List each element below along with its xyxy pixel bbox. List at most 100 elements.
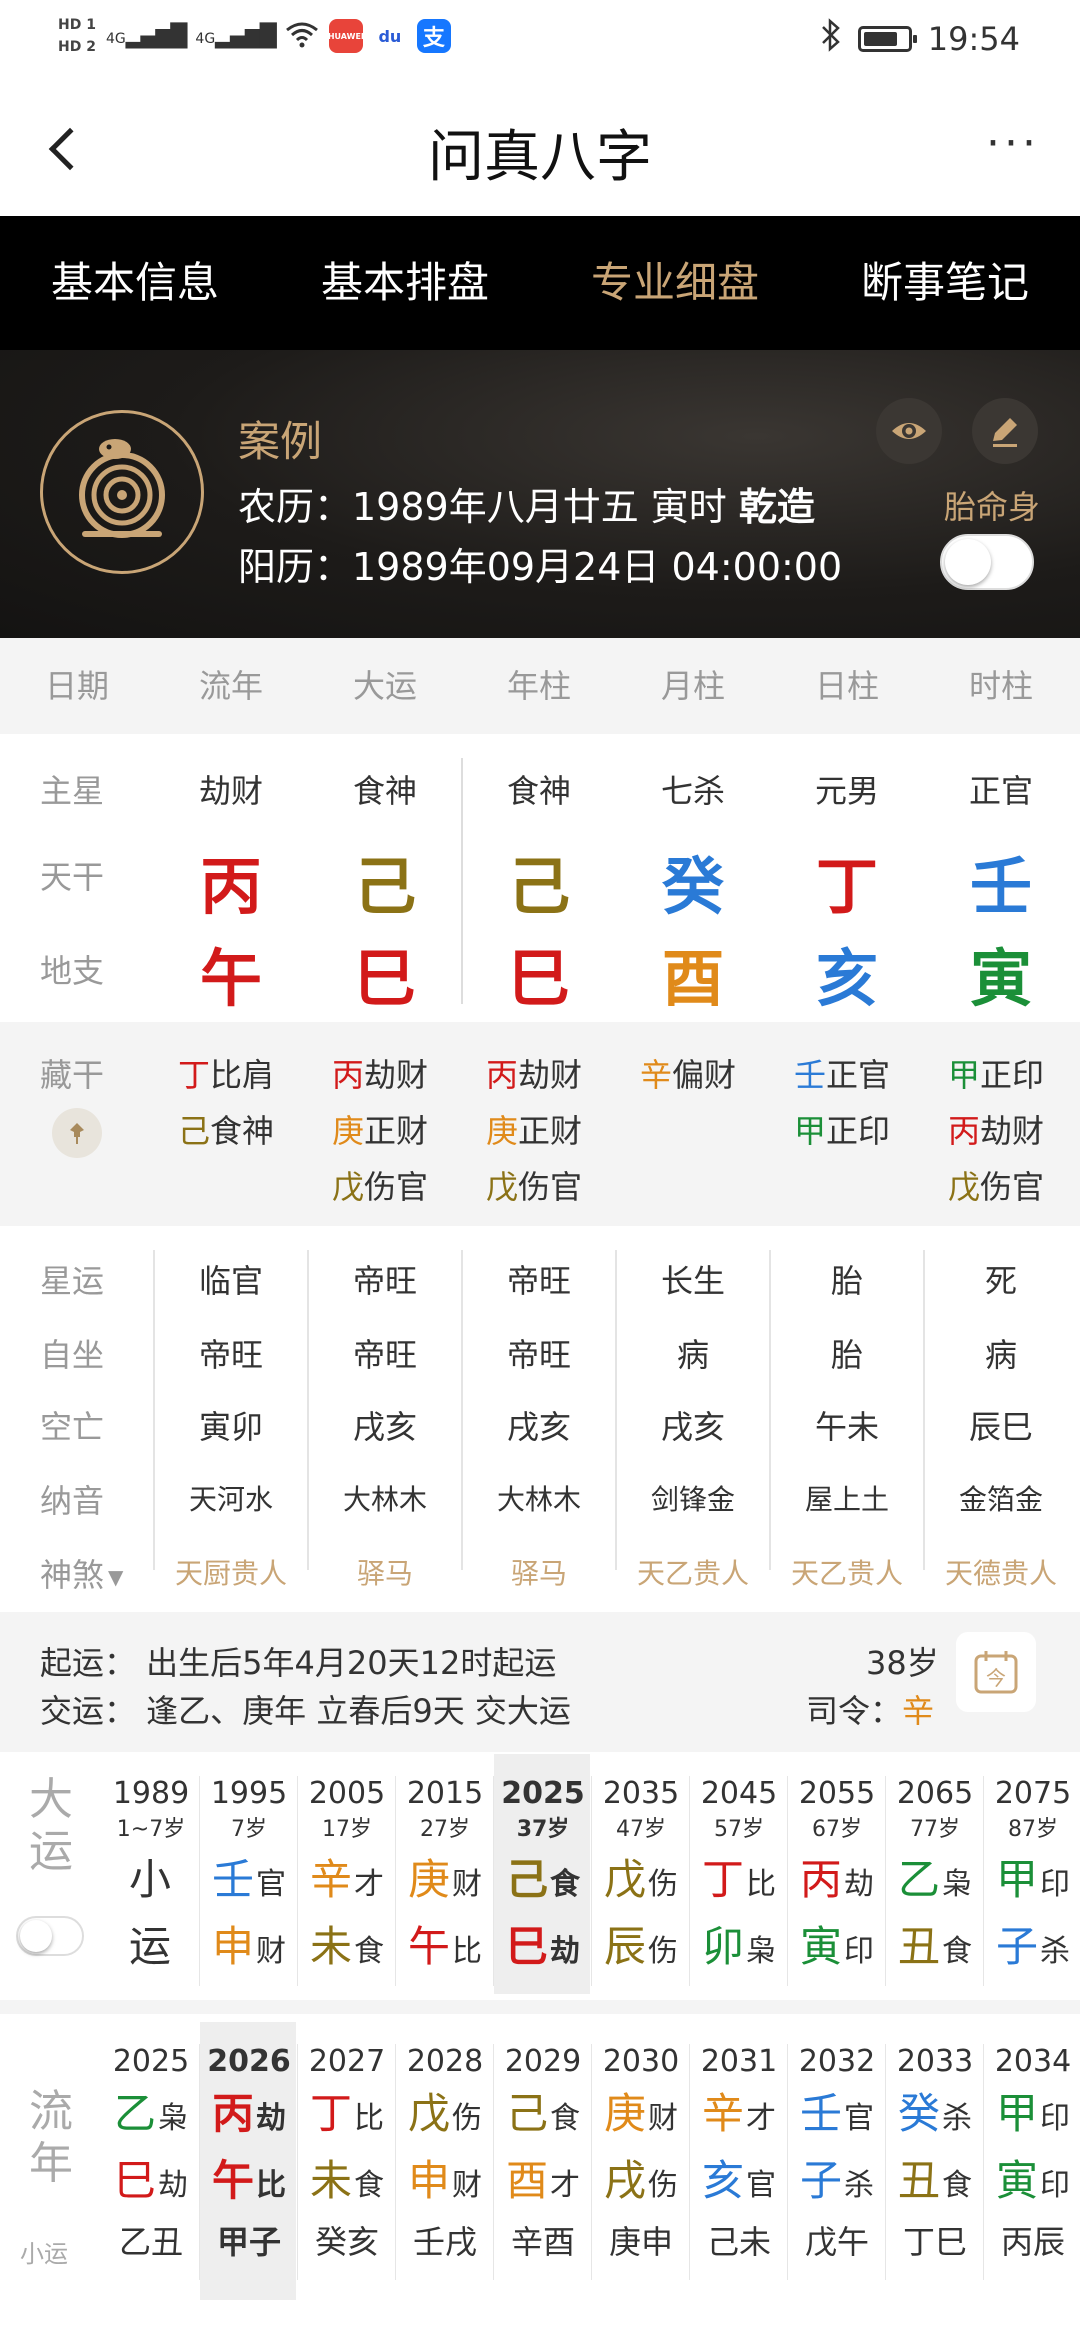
liunian-zhi-char: 寅 — [995, 2156, 1038, 2205]
dayun-column[interactable]: 2015 27岁 庚财 午比 — [396, 1776, 494, 1983]
liunian-year: 2031 — [700, 2044, 778, 2079]
liunian-gan: 丁比 — [298, 2083, 396, 2150]
liunian-column[interactable]: 2028 戊伤 申财 壬戌 — [396, 2044, 494, 2263]
dayun-toggle[interactable] — [16, 1916, 84, 1956]
xingyun-cell: 胎 — [830, 1262, 863, 1300]
liunian-year: 2034 — [994, 2044, 1072, 2079]
dayun-gan-shishen: 官 — [256, 1867, 286, 1902]
taimingshen-toggle[interactable] — [940, 534, 1034, 590]
section-divider — [0, 2000, 1080, 2014]
dayun-column[interactable]: 2075 87岁 甲印 子杀 — [984, 1776, 1080, 1983]
canggan-shishen: 正财 — [518, 1112, 583, 1150]
liunian-zhi-char: 午 — [211, 2156, 254, 2205]
snake-zodiac-avatar[interactable] — [40, 410, 204, 574]
edit-button[interactable] — [972, 398, 1038, 464]
eye-icon — [892, 423, 926, 439]
header-year-pillar: 年柱 — [506, 667, 571, 705]
dayun-age: 17岁 — [322, 1817, 372, 1842]
liunian-gan: 辛才 — [690, 2083, 788, 2150]
canggan-item: 甲正印 — [794, 1106, 890, 1152]
dayun-age: 77岁 — [910, 1817, 960, 1842]
dayun-column[interactable]: 2035 47岁 戊伤 辰伤 — [592, 1776, 690, 1983]
canggan-gan: 壬 — [794, 1056, 827, 1094]
dayun-zhi-shishen: 杀 — [1040, 1934, 1070, 1969]
liunian-column[interactable]: 2027 丁比 未食 癸亥 — [298, 2044, 396, 2263]
dayun-age: 47岁 — [616, 1817, 666, 1842]
view-button[interactable] — [876, 398, 942, 464]
liunian-gan: 甲印 — [984, 2083, 1080, 2150]
shensha-cell[interactable]: 天德贵人 — [924, 1552, 1078, 1592]
liunian-column[interactable]: 2026 丙劫 午比 甲子 — [200, 2044, 298, 2263]
dayun-column[interactable]: 1995 7岁 壬官 申财 — [200, 1776, 298, 1983]
shensha-cell[interactable]: 驿马 — [462, 1552, 616, 1592]
hd-indicator: HD 1 HD 2 — [58, 14, 96, 58]
canggan-shishen: 正印 — [826, 1112, 891, 1150]
zhuxing-cell: 食神 — [352, 772, 417, 810]
calendar-button[interactable]: 今 — [956, 1632, 1036, 1712]
shensha-cell[interactable]: 天乙贵人 — [616, 1552, 770, 1592]
xiaoyun-ganzhi: 甲子 — [216, 2223, 281, 2261]
tab-professional-detail[interactable]: 专业细盘 — [540, 216, 810, 350]
liunian-column[interactable]: 2034 甲印 寅印 丙辰 — [984, 2044, 1080, 2263]
liunian-column[interactable]: 2030 庚财 戌伤 庚申 — [592, 2044, 690, 2263]
zizuo-cell: 胎 — [830, 1336, 863, 1374]
dayun-year: 2025 — [501, 1776, 585, 1811]
dayun-column[interactable]: 2055 67岁 丙劫 寅印 — [788, 1776, 886, 1983]
liunian-label: 流年 — [29, 2086, 73, 2189]
label-tiangan: 天干 — [40, 858, 105, 896]
liunian-column[interactable]: 2029 己食 酉才 辛酉 — [494, 2044, 592, 2263]
tab-basic-chart[interactable]: 基本排盘 — [270, 216, 540, 350]
dayun-zhi-char: 辰 — [603, 1922, 646, 1971]
liunian-zhi: 巳劫 — [102, 2150, 200, 2217]
canggan-item: 甲正印 — [948, 1050, 1044, 1096]
liunian-column[interactable]: 2025 乙枭 巳劫 乙丑 — [102, 2044, 200, 2263]
dayun-gan: 丙劫 — [788, 1849, 886, 1916]
dayun-column[interactable]: 2005 17岁 辛才 未食 — [298, 1776, 396, 1983]
shensha-cell[interactable]: 驿马 — [308, 1552, 462, 1592]
dayun-zhi-shishen: 食 — [354, 1934, 384, 1969]
calendar-icon: 今 — [974, 1651, 1018, 1694]
solar-date: 阳历：1989年09月24日 04:00:00 — [238, 545, 843, 589]
xiaoyun-ganzhi: 庚申 — [608, 2223, 673, 2261]
shensha-cell[interactable]: 天乙贵人 — [770, 1552, 924, 1592]
canggan-shishen: 正官 — [826, 1056, 891, 1094]
xiaoyun-ganzhi: 辛酉 — [510, 2223, 575, 2261]
liunian-zhi-char: 丑 — [897, 2156, 940, 2205]
battery-icon — [857, 26, 917, 52]
tiangan-cell: 壬 — [969, 850, 1032, 923]
xingyun-cell: 死 — [984, 1262, 1017, 1300]
more-menu-button[interactable]: ··· — [986, 122, 1040, 166]
dayun-column[interactable]: 2045 57岁 丁比 卯枭 — [690, 1776, 788, 1983]
lunar-date-text: 农历：1989年八月廿五 寅时 — [238, 485, 739, 529]
tab-basic-info[interactable]: 基本信息 — [0, 216, 270, 350]
signal2-label: 4G — [195, 30, 216, 47]
canggan-item: 丙劫财 — [486, 1050, 582, 1096]
tab-notes[interactable]: 断事笔记 — [810, 216, 1080, 350]
liunian-column[interactable]: 2032 壬官 子杀 戊午 — [788, 2044, 886, 2263]
dayun-gan-shishen: 食 — [550, 1867, 580, 1902]
pin-icon[interactable] — [52, 1108, 102, 1158]
liunian-column[interactable]: 2031 辛才 亥官 己未 — [690, 2044, 788, 2263]
canggan-shishen: 正印 — [980, 1056, 1045, 1094]
header-dayun: 大运 — [352, 667, 417, 705]
dayun-gan-shishen: 伤 — [648, 1867, 678, 1902]
liunian-gan-char: 甲 — [995, 2089, 1038, 2138]
page-title: 问真八字 — [428, 125, 652, 190]
dayun-zhi: 子杀 — [984, 1916, 1080, 1983]
dayun-gan-char: 己 — [505, 1855, 548, 1904]
liunian-zhi-char: 未 — [309, 2156, 352, 2205]
divider — [461, 758, 463, 1004]
dayun-column[interactable]: 2065 77岁 乙枭 丑食 — [886, 1776, 984, 1983]
dayun-year: 2065 — [896, 1776, 974, 1811]
liunian-gan-shishen: 官 — [844, 2101, 874, 2136]
canggan-shishen: 劫财 — [518, 1056, 583, 1094]
dayun-column[interactable]: 2025 37岁 己食 巳劫 — [494, 1776, 592, 1983]
profile-name: 案例 — [238, 417, 323, 466]
shensha-toggle[interactable]: 神煞 ▼ — [40, 1550, 123, 1596]
dayun-column[interactable]: 1989 1~7岁小运 — [102, 1776, 200, 1983]
liunian-column[interactable]: 2033 癸杀 丑食 丁巳 — [886, 2044, 984, 2263]
shensha-cell[interactable]: 天厨贵人 — [154, 1552, 308, 1592]
kongwang-cell: 寅卯 — [198, 1408, 263, 1446]
header-date: 日期 — [44, 667, 109, 705]
siling-value: 辛 — [902, 1692, 935, 1730]
